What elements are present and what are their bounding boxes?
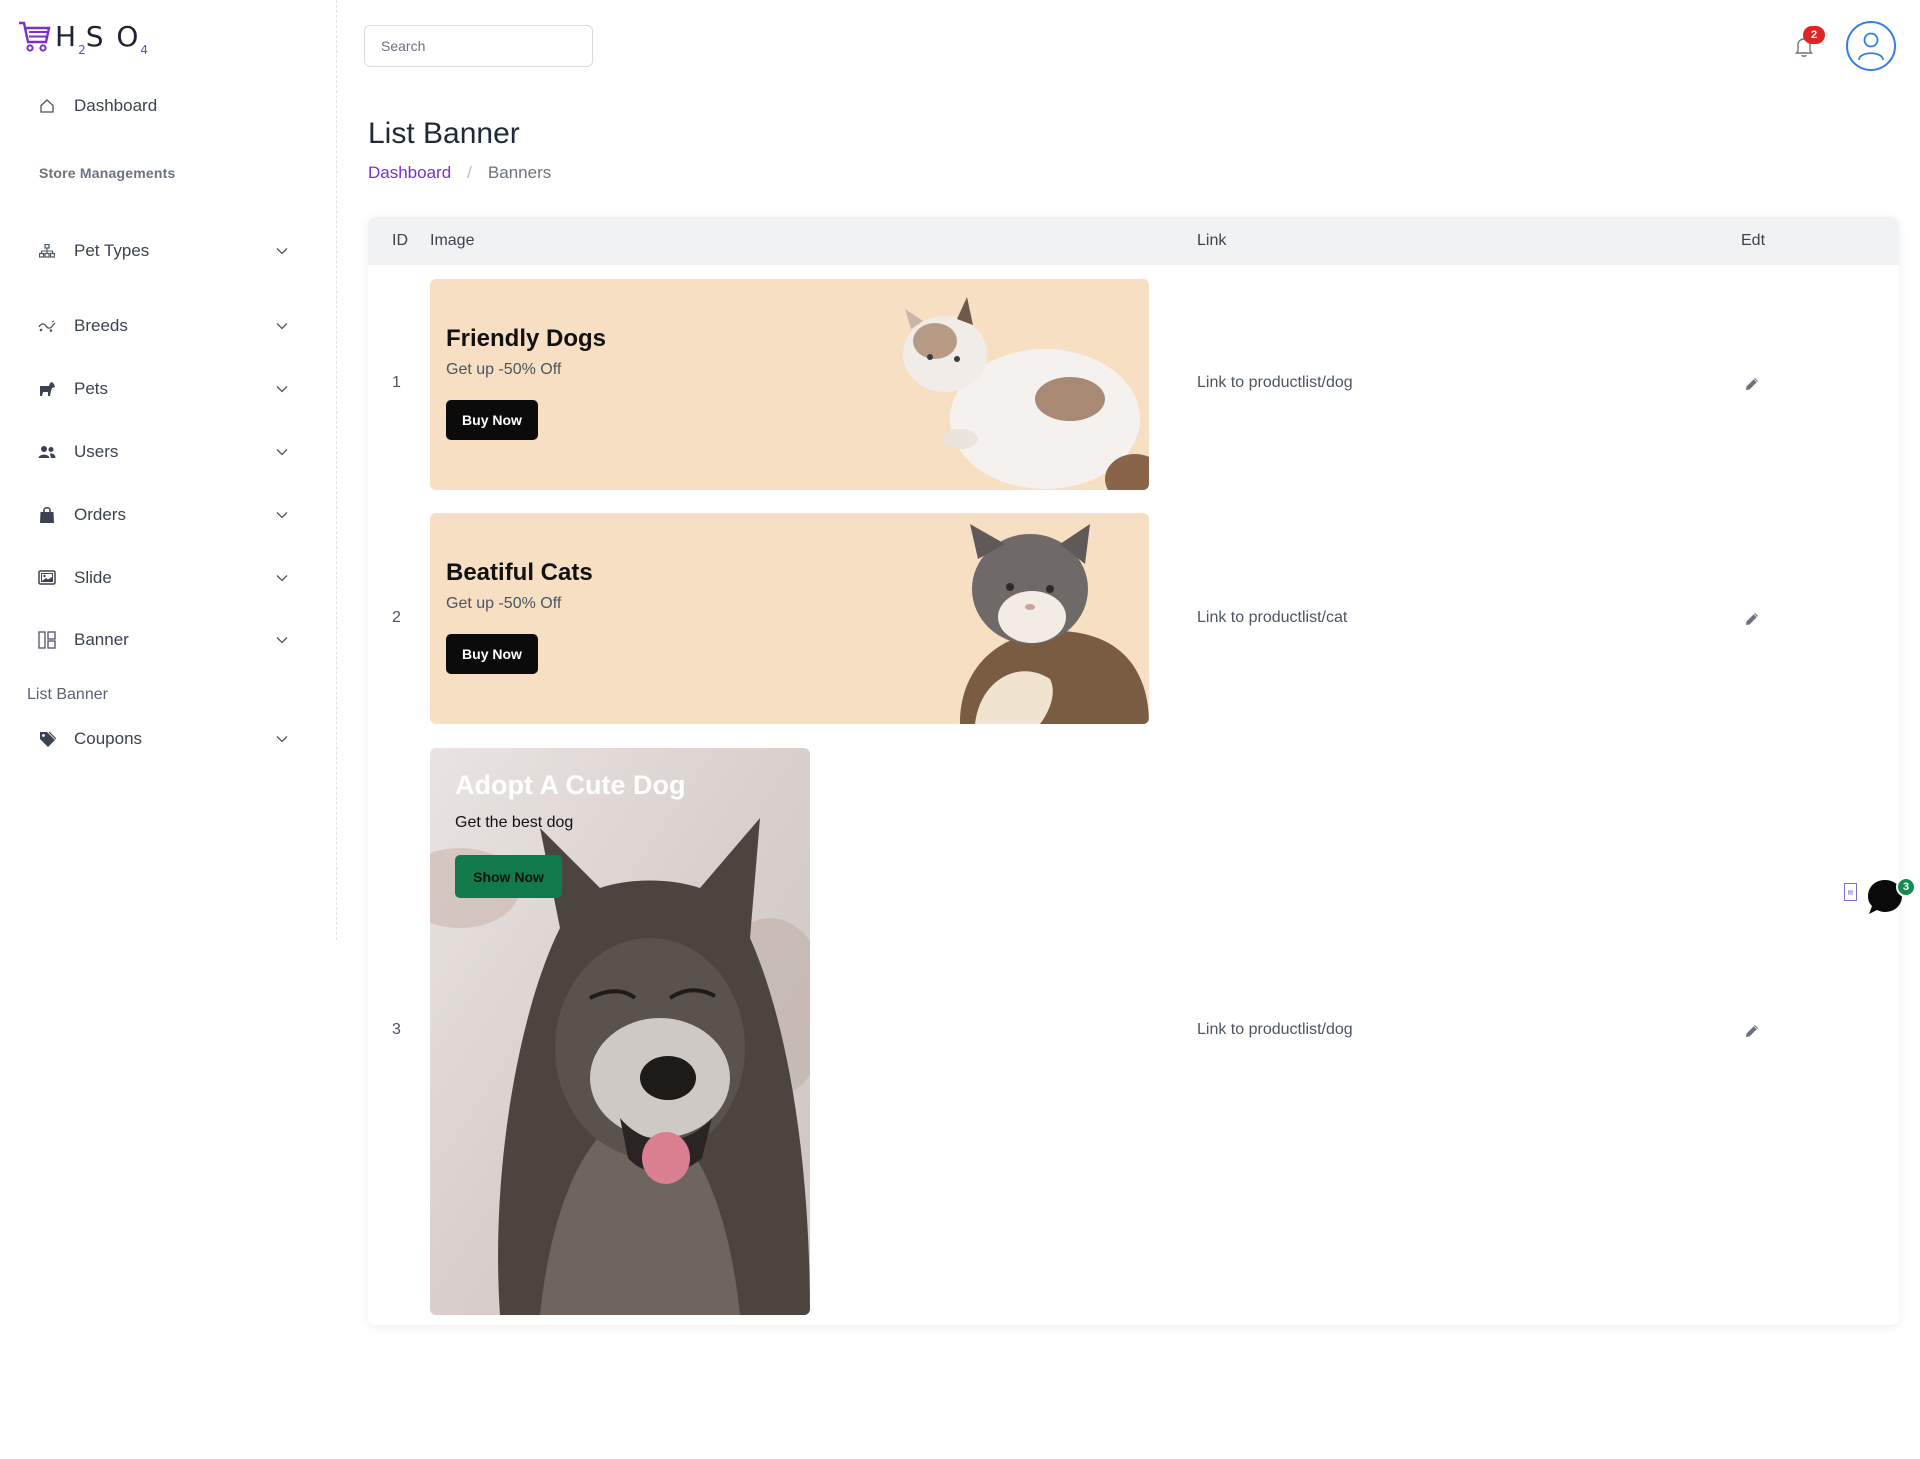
sidebar-item-orders[interactable]: Orders xyxy=(28,495,300,535)
sidebar-section-heading: Store Managements xyxy=(39,165,176,181)
row-id: 3 xyxy=(392,1021,401,1038)
sidebar-item-banner[interactable]: Banner xyxy=(28,620,300,660)
chat-unread-badge: 3 xyxy=(1896,877,1916,897)
column-header-link: Link xyxy=(1197,232,1227,249)
sidebar-item-label: Users xyxy=(74,442,119,461)
banner-image: Beatiful Cats Get up -50% Off Buy Now xyxy=(430,513,1149,724)
column-header-edit: Edt xyxy=(1741,232,1766,249)
chevron-down-icon[interactable] xyxy=(272,316,292,336)
row-link: Link to productlist/dog xyxy=(1197,374,1353,391)
sidebar-item-label: Orders xyxy=(74,505,126,524)
tag-icon xyxy=(34,728,60,750)
sidebar-item-users[interactable]: Users xyxy=(28,432,300,472)
edit-icon[interactable] xyxy=(1740,372,1764,396)
sidebar: H2S O4 Dashboard Store Managements Pet T… xyxy=(0,0,337,940)
sidebar-item-label: Banner xyxy=(74,630,129,649)
chevron-down-icon[interactable] xyxy=(272,379,292,399)
widget-icon[interactable]: ▤ xyxy=(1844,883,1857,901)
notification-badge: 2 xyxy=(1803,26,1825,44)
banner-table: ID Image Link Edt 1 Friendly Dogs Get up… xyxy=(368,217,1899,1325)
sidebar-item-pets[interactable]: Pets xyxy=(28,369,300,409)
sidebar-item-label: Slide xyxy=(74,568,112,587)
sidebar-item-coupons[interactable]: Coupons xyxy=(28,719,300,759)
layout-icon xyxy=(34,629,60,651)
chevron-down-icon[interactable] xyxy=(272,568,292,588)
breadcrumb-separator: / xyxy=(467,163,472,182)
chevron-down-icon[interactable] xyxy=(272,442,292,462)
row-id: 1 xyxy=(392,374,401,391)
sidebar-item-pet-types[interactable]: Pet Types xyxy=(28,231,300,271)
banner-buy-now-button: Buy Now xyxy=(446,400,538,440)
chevron-down-icon[interactable] xyxy=(272,729,292,749)
cart-logo-icon xyxy=(19,21,51,52)
sidebar-item-dashboard[interactable]: Dashboard xyxy=(28,86,300,126)
edit-icon[interactable] xyxy=(1740,607,1764,631)
breadcrumb-current: Banners xyxy=(487,163,552,182)
image-icon xyxy=(34,567,60,589)
sidebar-item-label: Pets xyxy=(74,379,109,398)
column-header-id: ID xyxy=(392,232,408,249)
chevron-down-icon[interactable] xyxy=(272,505,292,525)
chevron-down-icon[interactable] xyxy=(272,241,292,261)
cat-photo xyxy=(960,524,1149,724)
logo-text: H2S O4 xyxy=(55,20,149,57)
banner-subtitle: Get up -50% Off xyxy=(446,595,562,612)
sidebar-item-label: Breeds xyxy=(74,316,128,335)
breadcrumb: Dashboard / Banners xyxy=(368,163,551,183)
banner-buy-now-button: Buy Now xyxy=(446,634,538,674)
sidebar-item-label: Coupons xyxy=(74,729,143,748)
avatar[interactable] xyxy=(1846,21,1896,71)
banner-image: Adopt A Cute Dog Get the best dog Show N… xyxy=(430,748,810,1315)
banner-subtitle: Get up -50% Off xyxy=(446,361,562,378)
sitemap-icon xyxy=(34,240,60,262)
user-icon xyxy=(1858,32,1884,61)
logo[interactable]: H2S O4 xyxy=(17,20,148,60)
sidebar-item-slide[interactable]: Slide xyxy=(28,558,300,598)
column-header-image: Image xyxy=(430,232,475,249)
chevron-down-icon[interactable] xyxy=(272,630,292,650)
row-link: Link to productlist/dog xyxy=(1197,1021,1353,1038)
row-link: Link to productlist/cat xyxy=(1197,609,1348,626)
home-icon xyxy=(34,95,60,117)
banner-image: Friendly Dogs Get up -50% Off Buy Now xyxy=(430,279,1149,490)
shopping-bag-icon xyxy=(34,504,60,526)
dog-icon xyxy=(34,378,60,400)
users-icon xyxy=(34,441,60,463)
row-id: 2 xyxy=(392,609,401,626)
banner-show-now-button: Show Now xyxy=(455,855,562,898)
sidebar-item-label: Dashboard xyxy=(74,96,158,115)
dog-photo xyxy=(430,748,810,1315)
table-header: ID Image Link Edt xyxy=(368,217,1899,265)
breadcrumb-dashboard-link[interactable]: Dashboard xyxy=(368,163,451,183)
banner-subtitle: Get the best dog xyxy=(455,814,574,831)
sidebar-item-label: Pet Types xyxy=(74,241,150,260)
banner-title: Adopt A Cute Dog xyxy=(455,770,686,800)
cat-photo xyxy=(903,297,1149,490)
sidebar-item-breeds[interactable]: Breeds xyxy=(28,306,300,346)
breed-icon xyxy=(34,315,60,337)
sidebar-subitem-list-banner[interactable]: List Banner xyxy=(27,686,108,704)
page-title: List Banner xyxy=(368,117,520,150)
banner-title: Friendly Dogs xyxy=(446,325,607,352)
search-input[interactable] xyxy=(364,25,593,67)
edit-icon[interactable] xyxy=(1740,1019,1764,1043)
banner-title: Beatiful Cats xyxy=(446,559,593,586)
